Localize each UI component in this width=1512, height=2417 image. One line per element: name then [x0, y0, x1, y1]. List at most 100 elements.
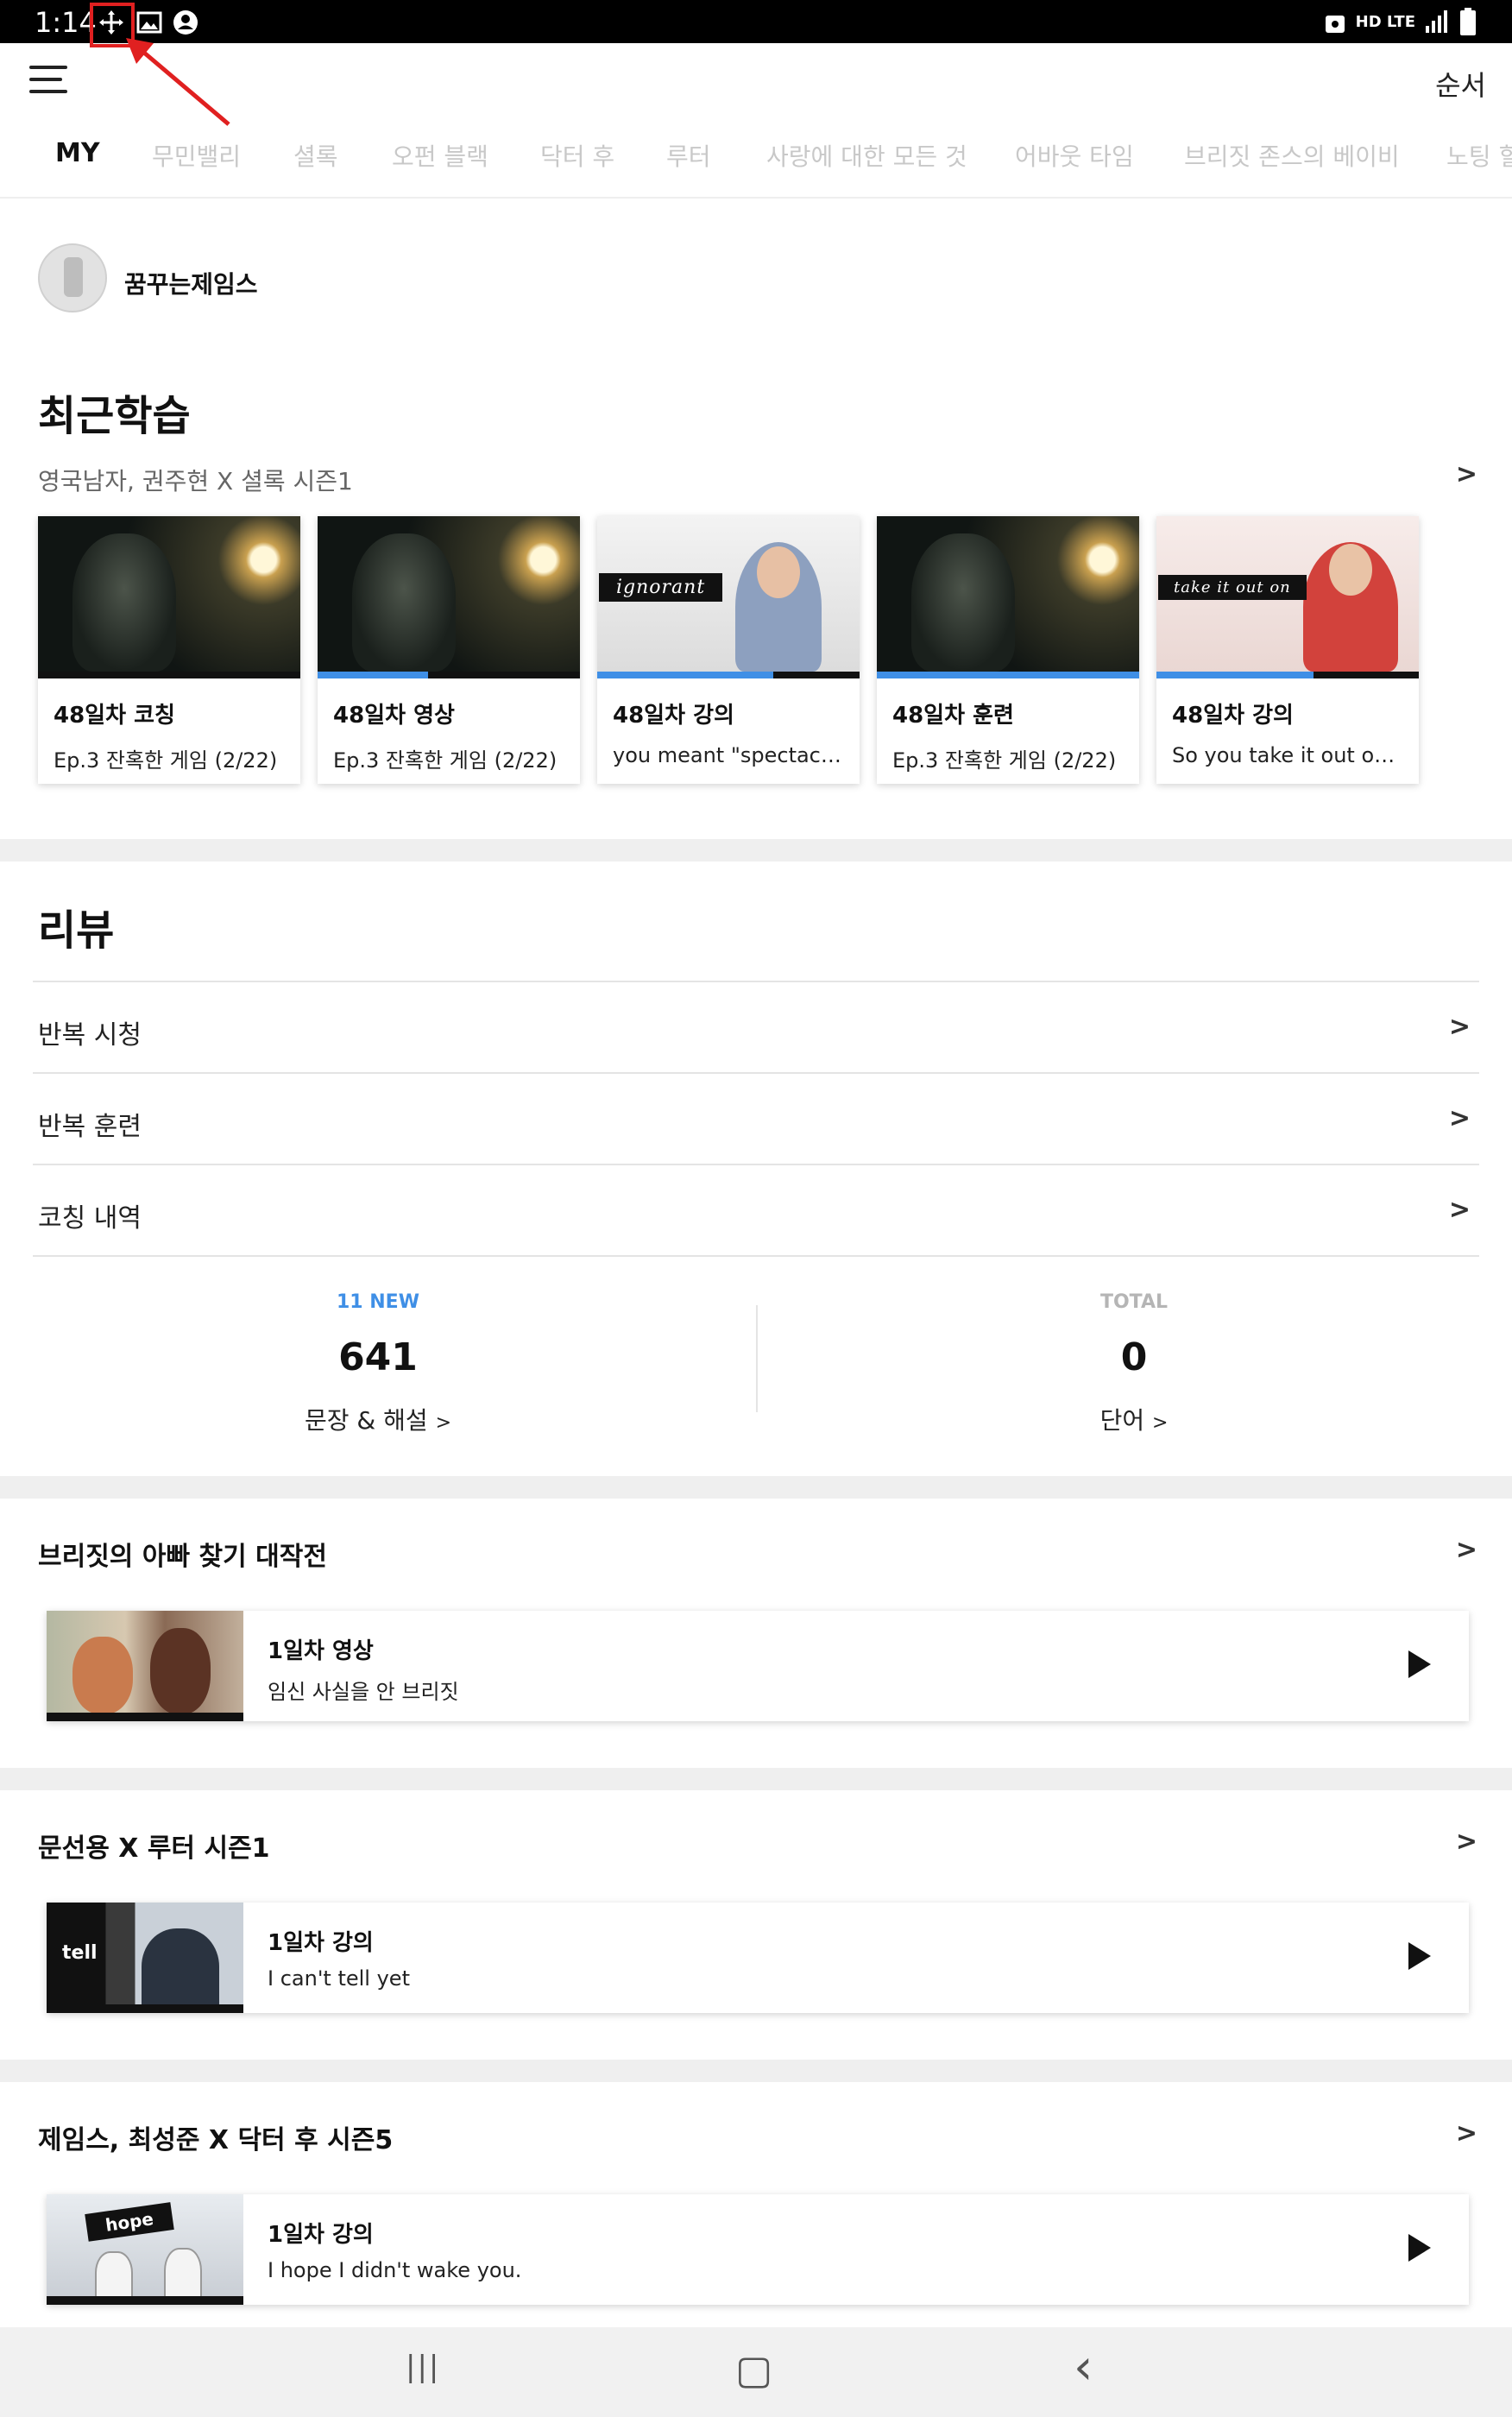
chevron-right-icon: > — [1152, 1412, 1169, 1434]
play-icon[interactable] — [1408, 1942, 1431, 1970]
chevron-right-icon[interactable]: > — [1456, 1535, 1477, 1565]
section-separator — [0, 2060, 1512, 2082]
battery-icon — [1460, 8, 1476, 35]
thumbnail-tag: take it out on — [1158, 575, 1307, 600]
status-right-group: HD LTE — [1323, 7, 1477, 36]
course-lesson-card[interactable]: 1일차 영상 임신 사실을 안 브리짓 — [47, 1611, 1469, 1721]
status-time: 1:14 — [35, 6, 97, 39]
review-row-label: 코칭 내역 — [38, 1203, 142, 1234]
recent-card[interactable]: 48일차 훈련 Ep.3 잔혹한 게임 (2/22) — [877, 516, 1139, 784]
card-title: 48일차 코칭 — [54, 703, 175, 729]
recent-card[interactable]: 48일차 코칭 Ep.3 잔혹한 게임 (2/22) — [38, 516, 300, 784]
stat-label[interactable]: 문장 & 해설 > — [249, 1402, 507, 1436]
category-tabs: MY 무민밸리 셜록 오펀 블랙 닥터 후 루터 사랑에 대한 모든 것 어바웃… — [0, 129, 1512, 199]
video-thumbnail — [47, 1611, 243, 1721]
lesson-title: 1일차 강의 — [268, 1930, 374, 1956]
tab-my[interactable]: MY — [55, 138, 100, 168]
video-thumbnail: take it out on — [1156, 516, 1419, 672]
hamburger-menu-icon[interactable] — [29, 66, 67, 97]
video-thumbnail — [38, 516, 300, 672]
chevron-right-icon[interactable]: > — [1456, 1827, 1477, 1857]
tab-notting-hill[interactable]: 노팅 힐 — [1446, 138, 1512, 173]
tab-orphan-black[interactable]: 오펀 블랙 — [392, 138, 488, 173]
recent-card[interactable]: ignorant 48일차 강의 you meant "spectacul… — [597, 516, 860, 784]
section-separator — [0, 839, 1512, 861]
network-type-text: HD LTE — [1355, 12, 1415, 31]
recent-study-title: 최근학습 — [38, 392, 191, 440]
stat-label[interactable]: 단어 > — [1005, 1402, 1263, 1436]
sentences-stat[interactable]: 11 NEW 641 문장 & 해설 > — [249, 1291, 507, 1436]
username: 꿈꾸는제임스 — [124, 270, 258, 299]
stat-badge: TOTAL — [1099, 1291, 1169, 1313]
card-subtitle: Ep.3 잔혹한 게임 (2/22) — [333, 748, 558, 773]
thumbnail-tag: ignorant — [599, 573, 723, 602]
card-subtitle: you meant "spectacul… — [613, 743, 860, 767]
tab-luther[interactable]: 루터 — [666, 138, 711, 173]
card-subtitle: Ep.3 잔혹한 게임 (2/22) — [54, 748, 278, 773]
lesson-description: 임신 사실을 안 브리짓 — [268, 1680, 459, 1704]
tab-sherlock[interactable]: 셜록 — [293, 138, 338, 173]
lesson-title: 1일차 강의 — [268, 2222, 374, 2248]
card-title: 48일차 강의 — [1172, 703, 1294, 729]
stat-label-text: 문장 & 해설 — [304, 1406, 428, 1435]
presenter-head — [757, 546, 800, 598]
stat-value: 0 — [1120, 1335, 1148, 1379]
card-title: 48일차 훈련 — [892, 703, 1014, 729]
review-row-repeat-watch[interactable]: 반복 시청 > — [33, 981, 1479, 1070]
tab-moomin-valley[interactable]: 무민밸리 — [152, 138, 241, 173]
chevron-right-icon: > — [435, 1412, 452, 1434]
chevron-right-icon: > — [1448, 1103, 1471, 1133]
avatar[interactable] — [38, 243, 107, 312]
recent-apps-button[interactable]: ||| — [406, 2350, 440, 2384]
thumbnail-tag: hope — [85, 2202, 174, 2242]
card-title: 48일차 강의 — [613, 703, 734, 729]
recent-study-chevron-icon[interactable]: > — [1456, 459, 1477, 489]
lock-rotation-icon — [1325, 16, 1345, 33]
play-icon[interactable] — [1408, 1650, 1431, 1678]
video-thumbnail: tell — [47, 1903, 243, 2013]
tab-bridget-jones-baby[interactable]: 브리짓 존스의 베이비 — [1184, 138, 1400, 173]
review-row-label: 반복 훈련 — [38, 1112, 142, 1142]
chevron-right-icon: > — [1448, 1012, 1471, 1042]
thumbnail-tag: tell — [62, 1942, 98, 1964]
app-bar: 순서 — [0, 43, 1512, 112]
tab-about-time[interactable]: 어바웃 타임 — [1015, 138, 1134, 173]
play-icon[interactable] — [1408, 2234, 1431, 2262]
chevron-right-icon[interactable]: > — [1456, 2118, 1477, 2149]
video-thumbnail: ignorant — [597, 516, 860, 672]
lesson-description: I hope I didn't wake you. — [268, 2258, 522, 2282]
video-thumbnail: hope — [47, 2194, 243, 2305]
recent-card[interactable]: take it out on 48일차 강의 So you take it ou… — [1156, 516, 1419, 784]
course-lesson-card[interactable]: hope 1일차 강의 I hope I didn't wake you. — [47, 2194, 1469, 2305]
stat-divider — [756, 1305, 758, 1412]
review-row-coaching-history[interactable]: 코칭 내역 > — [33, 1164, 1479, 1253]
recent-study-subtitle: 영국남자, 권주현 X 셜록 시즌1 — [38, 467, 353, 495]
review-row-label: 반복 시청 — [38, 1020, 142, 1051]
stat-value: 641 — [338, 1335, 418, 1379]
image-icon — [136, 11, 162, 34]
order-button[interactable]: 순서 — [1435, 64, 1486, 104]
card-subtitle: So you take it out on t… — [1172, 743, 1419, 767]
tab-about-love[interactable]: 사랑에 대한 모든 것 — [766, 138, 967, 173]
review-row-repeat-training[interactable]: 반복 훈련 > — [33, 1072, 1479, 1162]
home-button[interactable]: ▢ — [735, 2346, 772, 2393]
back-button[interactable]: ‹ — [1074, 2339, 1093, 2395]
section-separator — [0, 1768, 1512, 1790]
review-title: 리뷰 — [38, 906, 115, 955]
progress-bar — [318, 672, 580, 678]
signal-icon — [1426, 10, 1447, 33]
card-subtitle: Ep.3 잔혹한 게임 (2/22) — [892, 748, 1117, 773]
progress-bar — [597, 672, 860, 678]
course-title: 문선용 X 루터 시즌1 — [38, 1833, 270, 1864]
lesson-description: I can't tell yet — [268, 1966, 410, 1991]
account-icon — [173, 10, 198, 35]
lesson-title: 1일차 영상 — [268, 1638, 374, 1664]
words-stat[interactable]: TOTAL 0 단어 > — [1005, 1291, 1263, 1436]
recent-card[interactable]: 48일차 영상 Ep.3 잔혹한 게임 (2/22) — [318, 516, 580, 784]
course-lesson-card[interactable]: tell 1일차 강의 I can't tell yet — [47, 1903, 1469, 2013]
card-title: 48일차 영상 — [333, 703, 455, 729]
tab-doctor-who[interactable]: 닥터 후 — [540, 138, 614, 173]
section-separator — [0, 1476, 1512, 1499]
progress-bar — [1156, 672, 1419, 678]
video-thumbnail — [318, 516, 580, 672]
